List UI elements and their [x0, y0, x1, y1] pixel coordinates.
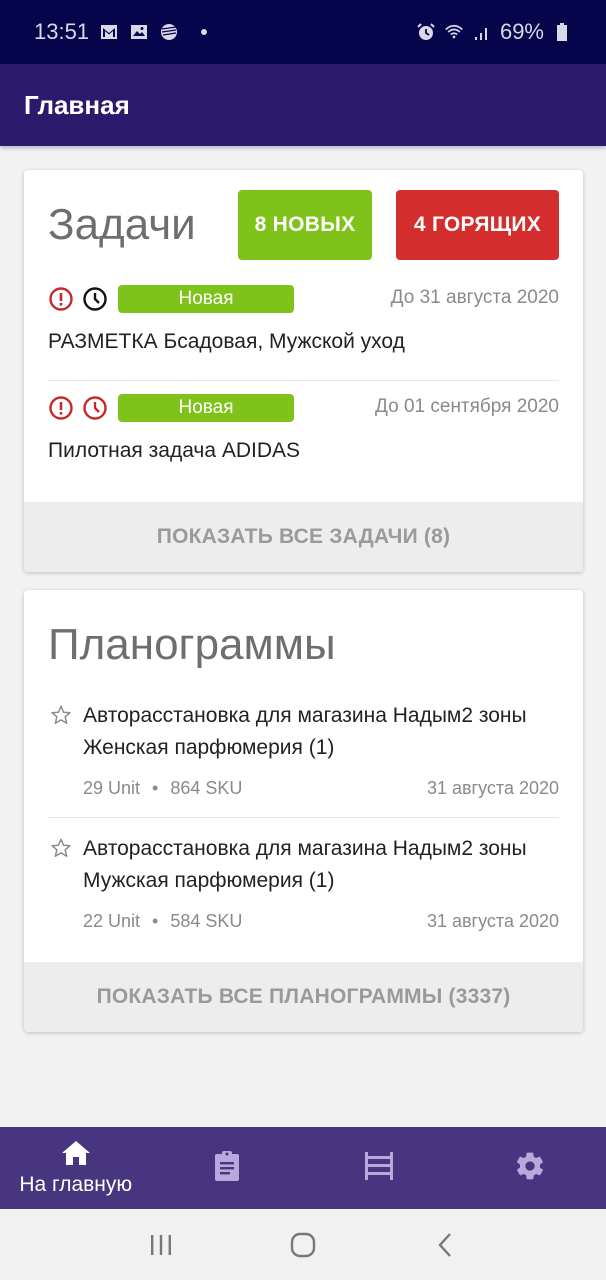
settings-icon: [514, 1150, 546, 1187]
star-icon[interactable]: [50, 704, 72, 726]
clipboard-icon: [214, 1150, 240, 1187]
planogram-title: Авторасстановка для магазина Надым2 зоны…: [83, 837, 527, 892]
task-due-date: До 01 сентября 2020: [375, 396, 559, 417]
gallery-icon: [129, 22, 149, 42]
page-title: Главная: [24, 89, 130, 120]
tasks-title: Задачи: [48, 200, 196, 249]
sberbank-icon: [159, 22, 179, 42]
planogram-item[interactable]: Авторасстановка для магазина Надым2 зоны…: [48, 833, 559, 932]
tasks-card: Задачи 8 НОВЫХ 4 ГОРЯЩИХ Новая До 31 авг…: [24, 170, 583, 572]
planograms-card: Планограммы Авторасстановка для магазина…: [24, 590, 583, 1032]
task-item[interactable]: Новая До 01 сентября 2020 Пилотная задач…: [48, 393, 559, 463]
status-badge: Новая: [118, 394, 294, 422]
clock-icon: [82, 395, 108, 421]
app-bar: Главная: [0, 64, 606, 146]
battery-percent: 69%: [499, 19, 544, 44]
nav-settings[interactable]: [455, 1127, 606, 1209]
task-title: Пилотная задача ADIDAS: [48, 439, 301, 462]
task-due-date: До 31 августа 2020: [390, 287, 559, 308]
task-item[interactable]: Новая До 31 августа 2020 РАЗМЕТКА Бсадов…: [48, 284, 559, 354]
planogram-title: Авторасстановка для магазина Надым2 зоны…: [83, 704, 527, 759]
status-bar: 13:51 69%: [0, 0, 606, 64]
home-button[interactable]: [283, 1225, 323, 1265]
status-badge: Новая: [118, 285, 294, 313]
planograms-title: Планограммы: [48, 620, 336, 669]
planogram-item[interactable]: Авторасстановка для магазина Надым2 зоны…: [48, 700, 559, 799]
planogram-units: 22 Unit: [83, 911, 141, 931]
planogram-date: 31 августа 2020: [426, 911, 559, 931]
alert-icon: [48, 286, 74, 312]
notification-dot: [201, 29, 208, 35]
hot-tasks-button[interactable]: 4 ГОРЯЩИХ: [396, 190, 559, 260]
nav-home-label: На главную: [19, 1172, 133, 1196]
nav-tasks[interactable]: [152, 1127, 304, 1209]
planogram-units: 29 Unit: [83, 778, 141, 798]
nav-home[interactable]: На главную: [0, 1127, 152, 1209]
planogram-sku: 864 SKU: [170, 778, 243, 798]
divider: [48, 380, 559, 381]
task-title: РАЗМЕТКА Бсадовая, Мужской уход: [48, 330, 405, 353]
bottom-navigation: На главную: [0, 1127, 606, 1209]
star-icon[interactable]: [50, 837, 72, 859]
show-all-tasks-button[interactable]: ПОКАЗАТЬ ВСЕ ЗАДАЧИ (8): [24, 502, 583, 572]
battery-icon: [552, 22, 572, 42]
planogram-date: 31 августа 2020: [426, 778, 559, 798]
gmail-icon: [99, 22, 119, 42]
wifi-icon: [444, 22, 464, 42]
status-time: 13:51: [34, 19, 90, 44]
home-icon: [61, 1140, 91, 1171]
show-all-planograms-button[interactable]: ПОКАЗАТЬ ВСЕ ПЛАНОГРАММЫ (3337): [24, 962, 583, 1032]
alert-icon: [48, 395, 74, 421]
clock-icon: [82, 286, 108, 312]
nav-planograms[interactable]: [303, 1127, 455, 1209]
signal-icon: [472, 22, 492, 42]
planogram-sku: 584 SKU: [170, 911, 243, 931]
back-button[interactable]: [425, 1225, 465, 1265]
new-tasks-button[interactable]: 8 НОВЫХ: [238, 190, 372, 260]
divider: [48, 817, 559, 818]
shelves-icon: [363, 1150, 395, 1187]
system-navigation: [0, 1209, 606, 1280]
separator: •: [152, 911, 159, 931]
recents-button[interactable]: [141, 1225, 181, 1265]
alarm-icon: [416, 22, 436, 42]
separator: •: [152, 778, 159, 798]
